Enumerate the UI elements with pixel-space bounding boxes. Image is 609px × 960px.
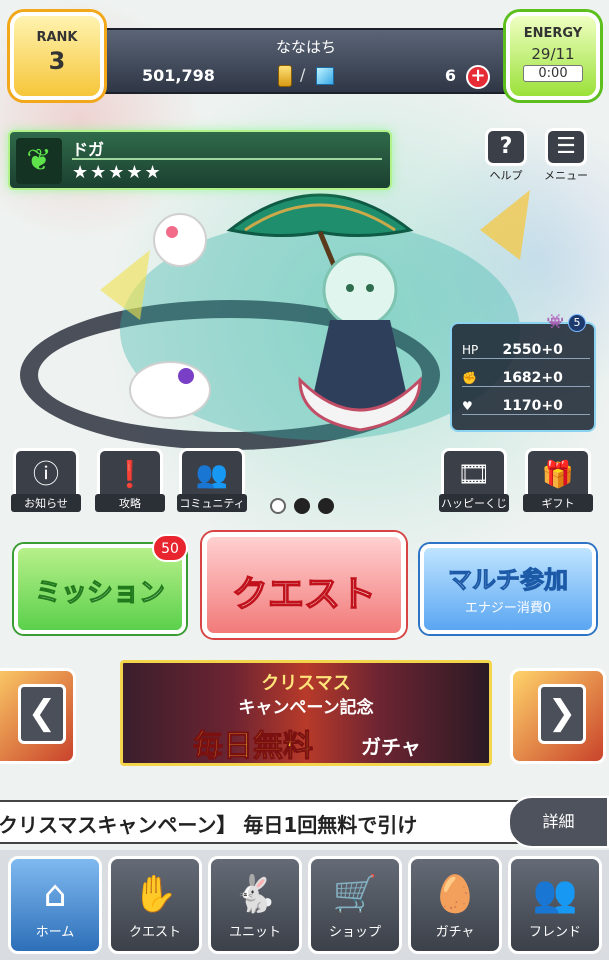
nav-label: ガチャ [435,925,475,940]
top-bar: ななはち 501,798 / 6 + RANK 3 ENERGY 29/11 0… [0,0,609,104]
hp-row: HP 2550+0 [462,342,590,359]
attack-row: ✊ 1682+0 [462,370,590,387]
friends-icon: 👥 [532,874,578,915]
nav-label: ホーム [35,925,75,940]
banner-subtitle: キャンペーン記念 [238,698,374,718]
gift-label: ギフト [523,494,593,512]
blue-gem-icon [316,67,334,85]
page-dot-active [270,498,286,514]
money-amount: 501,798 [142,66,215,85]
hp-label: HP [462,343,479,357]
happy-lottery-label: ハッピーくじ [439,494,509,512]
rank-label: RANK [36,30,78,45]
rabbit-icon: 🐇 [232,874,278,915]
list-icon: ☰ [545,128,587,166]
happy-lottery-button[interactable]: 🎞 ハッピーくじ [438,448,510,520]
gift-button[interactable]: 🎁 ギフト [522,448,594,520]
speed-value: 1170+0 [502,398,563,414]
menu-label: メニュー [544,169,588,182]
news-ticker[interactable]: クリスマスキャンペーン】 毎日1回無料で引け [0,800,530,844]
question-icon: ? [485,128,527,166]
leaf-icon: ❦ [16,138,62,184]
gold-gem-icon [278,65,292,87]
page-dot [294,498,310,514]
nav-label: ショップ [328,925,381,940]
rank-box[interactable]: RANK 3 [10,12,104,100]
help-label: ヘルプ [489,169,523,182]
mission-label: ミッション [34,578,165,609]
nav-label: フレンド [528,925,581,940]
details-button[interactable]: 詳細 [508,796,609,848]
news-label: お知らせ [11,494,81,512]
energy-label: ENERGY [523,26,583,41]
mission-button[interactable]: ミッション 50 [14,534,188,634]
multi-label: マルチ参加 [448,566,569,595]
evolution-count: 5 [568,314,586,332]
fist-icon: ✊ [462,371,477,385]
multi-sublabel: エナジー消費0 [464,601,552,616]
speed-row: ♥ 1170+0 [462,398,590,415]
rarity-stars: ★★★★★ [72,162,163,183]
player-name: ななはち [275,38,336,56]
nav-home[interactable]: ⌂ ホーム [8,856,102,954]
nav-unit[interactable]: 🐇 ユニット [208,856,302,954]
nav-shop[interactable]: 🛒 ショップ [308,856,402,954]
campaign-banner[interactable]: クリスマス キャンペーン記念 毎日無料 ガチャ [120,660,492,766]
currency-icons: / [278,63,340,89]
buy-orbs-button[interactable]: + [466,65,490,89]
mission-count-badge: 50 [152,534,188,562]
news-button[interactable]: ⓘ お知らせ [10,448,82,520]
monster-name-plate[interactable]: ❦ ドガ ★★★★★ [8,130,392,190]
egg-icon: 🥚 [432,874,478,915]
handshake-icon: ✋ [132,874,178,915]
rank-value: 3 [48,47,66,75]
multiplayer-join-button[interactable]: マルチ参加 エナジー消費0 [420,544,596,634]
energy-value: 29/11 [531,45,575,63]
stats-panel: 👾 5 HP 2550+0 ✊ 1682+0 ♥ 1170+0 [450,314,596,432]
currency-separator: / [300,65,306,84]
menu-button[interactable]: ☰ メニュー [542,128,590,182]
banner-headline: 毎日無料 [193,729,314,764]
nav-label: ユニット [228,925,281,940]
nav-quest[interactable]: ✋ クエスト [108,856,202,954]
page-indicator [270,498,342,518]
orb-count: 6 [444,66,456,85]
nav-friend[interactable]: 👥 フレンド [508,856,602,954]
attack-value: 1682+0 [502,370,563,386]
name-divider [72,158,382,160]
page-dot [318,498,334,514]
banner-prev-button[interactable]: ❮ [18,684,66,744]
strategy-button[interactable]: ❗ 攻略 [94,448,166,520]
quest-label: クエスト [231,573,377,616]
bottom-nav: ⌂ ホーム ✋ クエスト 🐇 ユニット 🛒 ショップ 🥚 ガチャ 👥 フレンド [0,850,609,960]
banner-next-button[interactable]: ❯ [538,684,586,744]
player-info-plate: ななはち 501,798 / 6 + [100,28,512,94]
nav-gacha[interactable]: 🥚 ガチャ [408,856,502,954]
evolution-badge: 👾 5 [547,314,586,332]
strategy-label: 攻略 [95,494,165,512]
help-button[interactable]: ? ヘルプ [482,128,530,182]
banner-gacha-text: ガチャ [361,735,421,759]
energy-timer: 0:00 [523,65,583,82]
heart-icon: ♥ [462,399,473,413]
cart-icon: 🛒 [332,874,378,915]
nav-label: クエスト [128,925,181,940]
quest-button[interactable]: クエスト [202,532,406,638]
ticker-text: クリスマスキャンペーン】 毎日1回無料で引け [0,813,418,837]
community-button[interactable]: 👥 コミュニティ [176,448,248,520]
banner-title: クリスマス [261,673,351,694]
hp-value: 2550+0 [502,342,563,358]
energy-box[interactable]: ENERGY 29/11 0:00 [506,12,600,100]
home-icon: ⌂ [43,874,67,915]
invader-icon: 👾 [546,314,565,330]
monster-name: ドガ [72,140,105,159]
community-label: コミュニティ [177,494,247,512]
